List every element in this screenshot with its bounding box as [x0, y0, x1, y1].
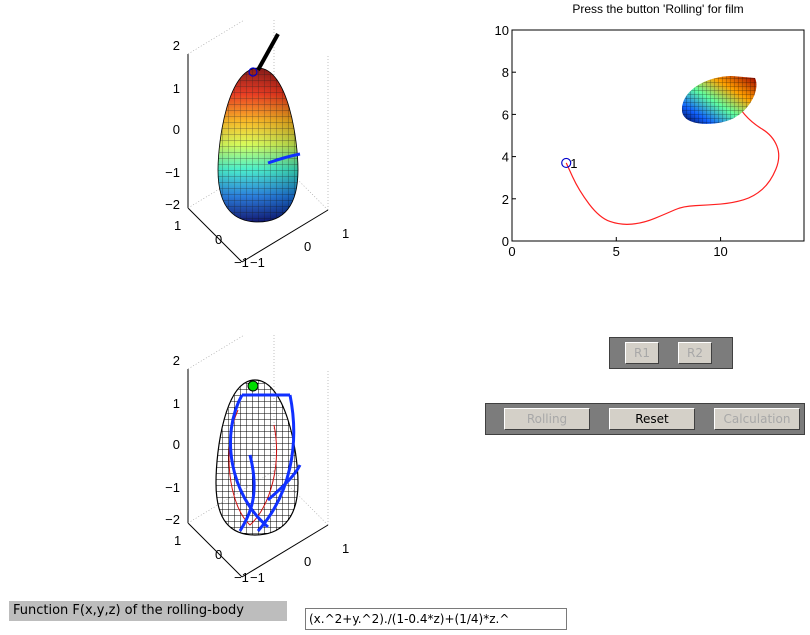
x-tick: 0: [215, 547, 222, 562]
z-tick: 2: [173, 353, 180, 368]
x-tick: 0: [215, 232, 222, 247]
y-tick-label: 6: [502, 107, 509, 122]
y-tick: −1: [250, 255, 265, 270]
y-tick: 1: [342, 541, 349, 556]
x-tick-label: 10: [713, 244, 727, 259]
y-tick-label: 10: [495, 23, 509, 38]
r1-button[interactable]: R1: [625, 342, 659, 364]
axes3d-top: 2 1 0 −1 −2 1 0 −1 −1 0 1: [165, 20, 349, 270]
function-label: Function F(x,y,z) of the rolling-body: [9, 601, 287, 621]
x-tick-label: 0: [508, 244, 515, 259]
y-tick-label: 0: [502, 234, 509, 249]
r2-button[interactable]: R2: [678, 342, 712, 364]
plot-title: Press the button 'Rolling' for film: [572, 2, 744, 16]
rolling-button[interactable]: Rolling: [504, 408, 590, 430]
contact-marker-bottom: [247, 380, 259, 392]
y-tick: 1: [342, 226, 349, 241]
r-button-panel: R1 R2: [609, 337, 733, 369]
function-input[interactable]: [305, 608, 567, 630]
z-tick: −1: [165, 165, 180, 180]
x-tick: 1: [174, 533, 181, 548]
reset-button[interactable]: Reset: [609, 408, 695, 430]
z-tick: 0: [173, 122, 180, 137]
x-tick: −1: [234, 255, 249, 270]
z-tick: −2: [165, 512, 180, 527]
main-button-panel: Rolling Reset Calculation: [485, 403, 805, 435]
trajectory-plot: 1 0 5 10 0 2 4 6 8 10: [495, 23, 805, 259]
y-tick: 0: [304, 239, 311, 254]
x-tick: −1: [234, 570, 249, 585]
x-tick-label: 5: [613, 244, 620, 259]
z-tick: 1: [173, 81, 180, 96]
calculation-button[interactable]: Calculation: [714, 408, 800, 430]
z-tick: −2: [165, 197, 180, 212]
z-tick: 2: [173, 38, 180, 53]
y-tick: −1: [250, 570, 265, 585]
z-tick: 0: [173, 437, 180, 452]
axes3d-bottom: 2 1 0 −1 −2 1 0 −1 −1 0 1: [165, 335, 349, 585]
y-tick-label: 2: [502, 192, 509, 207]
marker-label: 1: [570, 156, 577, 171]
z-tick: −1: [165, 480, 180, 495]
x-tick: 1: [174, 218, 181, 233]
z-tick: 1: [173, 396, 180, 411]
y-tick-label: 8: [502, 65, 509, 80]
y-tick: 0: [304, 554, 311, 569]
y-tick-label: 4: [502, 150, 509, 165]
